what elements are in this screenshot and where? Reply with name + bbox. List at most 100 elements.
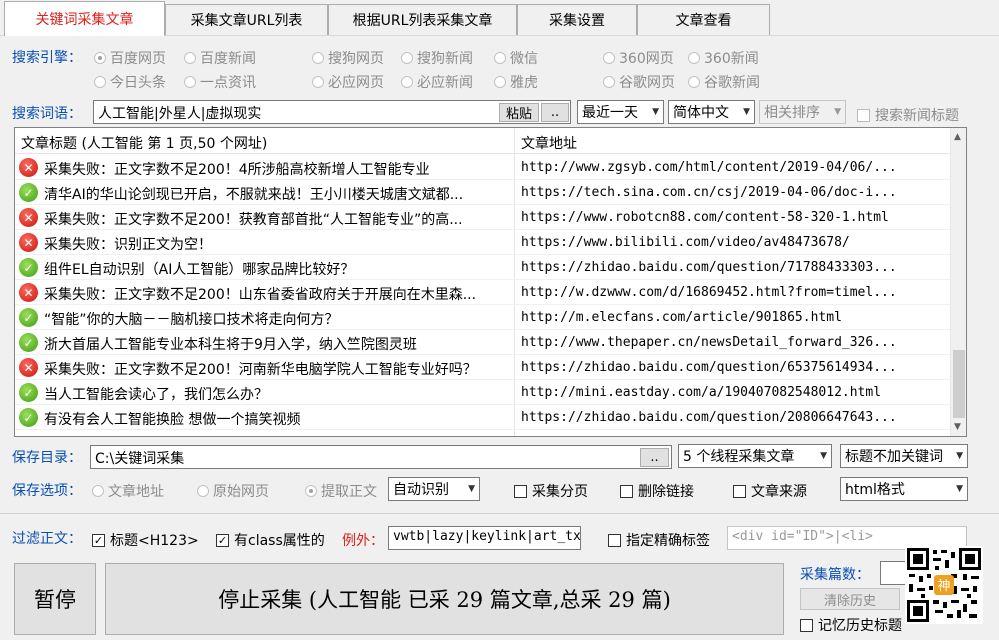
row-url: https://zhidao.baidu.com/question/208066… xyxy=(521,410,897,425)
radio-360-web[interactable]: 360网页 xyxy=(603,48,674,68)
radio-google-web[interactable]: 谷歌网页 xyxy=(603,72,675,92)
collect-paging-checkbox[interactable]: 采集分页 xyxy=(514,481,588,501)
radio-dot xyxy=(305,485,317,497)
success-check-icon: ✓ xyxy=(19,408,38,427)
radio-extract-body[interactable]: 提取正文 xyxy=(305,481,377,501)
radio-label: 360网页 xyxy=(619,51,674,67)
table-row[interactable]: ✓ 浙大首届人工智能专业本科生将于9月入学，纳入竺院图灵班 http://www.t… xyxy=(15,330,950,355)
table-row[interactable]: ✓ 当人工智能会读心了，我们怎么办？ http://mini.eastday.com… xyxy=(15,380,950,405)
fail-x-icon: ✕ xyxy=(19,358,38,377)
table-row[interactable]: ✓ “智能”你的大脑－－脑机接口技术将走向何方？ http://m.elecfans… xyxy=(15,305,950,330)
column-title-header[interactable]: 文章标题 (人工智能 第 1 页,50 个网址) xyxy=(21,133,267,153)
scroll-down-icon[interactable]: ▼ xyxy=(954,422,961,432)
save-dir-input[interactable]: C:\关键词采集 xyxy=(90,445,672,469)
row-url: https://www.bilibili.com/video/av4847367… xyxy=(521,235,850,250)
class-attr-checkbox[interactable]: ✓ 有class属性的 xyxy=(216,530,325,550)
table-row[interactable]: ✕ 采集失败：识别正文为空！ https://www.bilibili.com/vi… xyxy=(15,230,950,255)
table-row[interactable]: ✕ 采集失败：正文字数不足200！4所涉船高校新增人工智能专业 http://www… xyxy=(15,155,950,180)
radio-dot xyxy=(94,76,106,88)
radio-sogou-news[interactable]: 搜狗新闻 xyxy=(401,48,473,68)
radio-label: 微信 xyxy=(510,51,538,67)
threads-select-value: 5 个线程采集文章 xyxy=(683,449,795,465)
paste-button[interactable]: 粘贴 xyxy=(499,103,539,122)
tab-keyword-collect[interactable]: 关键词采集文章 xyxy=(4,1,165,36)
sort-select[interactable]: 相关排序 ▼ xyxy=(759,100,846,124)
chevron-down-icon: ▼ xyxy=(956,484,963,494)
scrollbar-thumb[interactable] xyxy=(953,350,965,418)
keywords-label: 搜索词语： xyxy=(12,106,82,122)
row-url: http://www.zgsyb.com/html/content/2019-0… xyxy=(521,160,897,175)
tab-article-view[interactable]: 文章查看 xyxy=(637,4,770,35)
row-title: 当人工智能会读心了，我们怎么办？ xyxy=(44,387,268,403)
radio-yidian[interactable]: 一点资讯 xyxy=(184,72,256,92)
sort-select-value: 相关排序 xyxy=(764,105,820,121)
row-title: 浙大首届人工智能专业本科生将于9月入学，纳入竺院图灵班 xyxy=(44,337,417,353)
checkbox-box xyxy=(620,484,633,498)
vertical-scrollbar[interactable]: ▲ ▼ xyxy=(950,128,966,436)
keywords-more-button[interactable]: .. xyxy=(541,103,569,122)
row-title: 采集失败：正文字数不足200！获教育部首批“人工智能专业”的高... xyxy=(44,212,463,228)
radio-bing-web[interactable]: 必应网页 xyxy=(312,72,384,92)
scroll-up-icon[interactable]: ▲ xyxy=(954,132,961,142)
radio-dot xyxy=(494,76,506,88)
radio-baidu-news[interactable]: 百度新闻 xyxy=(184,48,256,68)
radio-toutiao[interactable]: 今日头条 xyxy=(94,72,166,92)
row-url: https://zhidao.baidu.com/question/717884… xyxy=(521,260,897,275)
table-row[interactable]: ✕ 采集失败：正文字数不足200！山东省委省政府关于开展向在木里森... http:… xyxy=(15,280,950,305)
radio-360-news[interactable]: 360新闻 xyxy=(688,48,759,68)
article-source-checkbox[interactable]: 文章来源 xyxy=(733,481,807,501)
row-title: 采集失败：正文字数不足200！4所涉船高校新增人工智能专业 xyxy=(44,162,430,178)
remove-links-checkbox[interactable]: 删除链接 xyxy=(620,481,694,501)
radio-baidu-web[interactable]: 百度网页 xyxy=(94,48,166,68)
row-url: https://zhidao.baidu.com/question/653756… xyxy=(521,360,897,375)
threads-select[interactable]: 5 个线程采集文章 ▼ xyxy=(678,444,832,468)
radio-label: 谷歌新闻 xyxy=(704,75,760,91)
format-select-value: html格式 xyxy=(845,482,905,498)
time-select[interactable]: 最近一天 ▼ xyxy=(577,100,664,124)
chevron-down-icon: ▼ xyxy=(743,107,750,117)
radio-dot xyxy=(401,76,413,88)
radio-raw-page[interactable]: 原始网页 xyxy=(197,481,269,501)
tab-settings[interactable]: 采集设置 xyxy=(517,4,637,35)
table-row[interactable]: ✓ 清华AI的华山论剑现已开启，不服就来战！王小川楼天城唐文斌都... https:… xyxy=(15,180,950,205)
clear-history-button[interactable]: 清除历史 xyxy=(800,588,900,610)
pause-button[interactable]: 暂停 xyxy=(14,563,96,635)
radio-bing-news[interactable]: 必应新闻 xyxy=(401,72,473,92)
time-select-value: 最近一天 xyxy=(582,105,638,121)
radio-wechat[interactable]: 微信 xyxy=(494,48,538,68)
tab-url-list[interactable]: 采集文章URL列表 xyxy=(165,4,328,35)
tab-collect-by-url[interactable]: 根据URL列表采集文章 xyxy=(328,4,517,35)
news-title-checkbox[interactable]: 搜索新闻标题 xyxy=(857,105,959,125)
checkbox-box xyxy=(608,533,621,547)
checkbox-label: 删除链接 xyxy=(638,484,694,500)
table-row[interactable]: ✓ 有没有会人工智能换脸 想做一个搞笑视频 https://zhidao.baidu… xyxy=(15,405,950,430)
radio-dot xyxy=(94,52,106,64)
chevron-down-icon: ▼ xyxy=(652,107,659,117)
stop-collect-button[interactable]: 停止采集 (人工智能 已采 29 篇文章,总采 29 篇) xyxy=(105,563,784,635)
row-title: 有没有会人工智能换脸 想做一个搞笑视频 xyxy=(44,412,301,428)
except-input[interactable]: vwtb|lazy|keylink|art_tx xyxy=(388,526,581,550)
title-h123-checkbox[interactable]: ✓ 标题<H123> xyxy=(92,530,199,550)
browse-dir-button[interactable]: .. xyxy=(640,448,669,467)
chevron-down-icon: ▼ xyxy=(956,451,963,461)
format-select[interactable]: html格式 ▼ xyxy=(840,477,968,501)
results-table: 文章标题 (人工智能 第 1 页,50 个网址) 文章地址 ✕ 采集失败：正文字数… xyxy=(14,127,967,437)
checkbox-label: 指定精确标签 xyxy=(626,533,710,549)
radio-label: 一点资讯 xyxy=(200,75,256,91)
remember-history-checkbox[interactable]: 记忆历史标题 xyxy=(800,615,902,635)
table-row[interactable]: ✕ 采集失败：正文字数不足200！获教育部首批“人工智能专业”的高... https… xyxy=(15,205,950,230)
radio-yahoo[interactable]: 雅虎 xyxy=(494,72,538,92)
row-title: 采集失败：识别正文为空！ xyxy=(44,237,212,253)
language-select[interactable]: 简体中文 ▼ xyxy=(668,100,755,124)
column-url-header[interactable]: 文章地址 xyxy=(521,133,577,153)
row-url: http://w.dzwww.com/d/16869452.html?from=… xyxy=(521,285,897,300)
radio-article-url[interactable]: 文章地址 xyxy=(92,481,164,501)
table-row[interactable]: ✕ 采集失败：正文字数不足200！河南新华电脑学院人工智能专业好吗？ https:/… xyxy=(15,355,950,380)
extract-mode-select[interactable]: 自动识别 ▼ xyxy=(388,477,480,501)
title-keyword-select[interactable]: 标题不加关键词 ▼ xyxy=(840,444,968,468)
checkbox-label: 记忆历史标题 xyxy=(818,618,902,634)
radio-sogou-web[interactable]: 搜狗网页 xyxy=(312,48,384,68)
table-row[interactable]: ✓ 组件EL自动识别（AI人工智能）哪家品牌比较好？ https://zhidao.… xyxy=(15,255,950,280)
precise-tag-checkbox[interactable]: 指定精确标签 xyxy=(608,530,710,550)
radio-google-news[interactable]: 谷歌新闻 xyxy=(688,72,760,92)
